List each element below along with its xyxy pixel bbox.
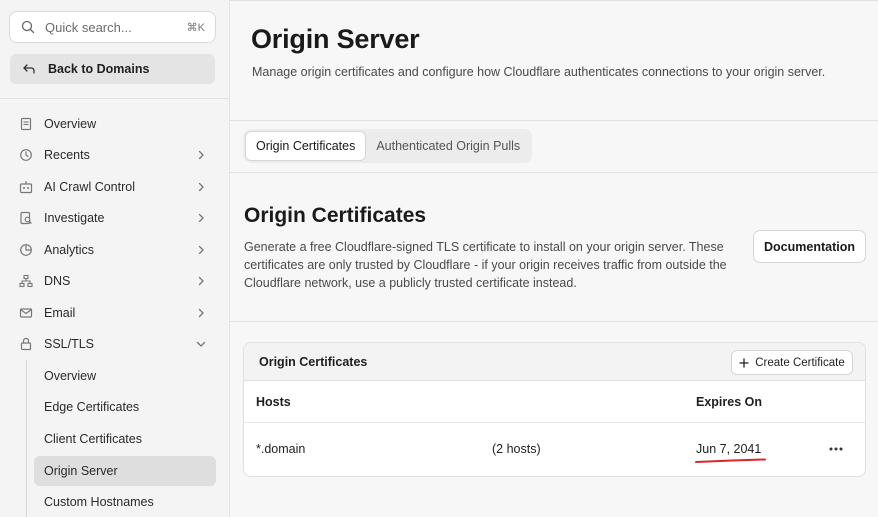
chevron-right-icon [198, 276, 204, 286]
section-description: Generate a free Cloudflare-signed TLS ce… [244, 240, 727, 290]
origin-certificates-card: Origin Certificates Create Certificate H… [243, 342, 866, 477]
analytics-icon [20, 244, 32, 256]
dns-icon [19, 274, 33, 288]
sidebar-item-label: Recents [44, 148, 90, 162]
sidebar-item-label: DNS [44, 274, 71, 288]
sidebar-item-label: Email [44, 306, 76, 320]
chevron-right-icon [198, 308, 204, 318]
documentation-button[interactable]: Documentation [753, 230, 866, 263]
sidebar-item-label: Investigate [44, 211, 105, 225]
sidebar-subitem-overview[interactable]: Overview [34, 361, 216, 391]
page-title: Origin Server [251, 24, 420, 54]
sidebar-item-label: SSL/TLS [44, 337, 95, 351]
plus-icon [739, 358, 749, 367]
chevron-right-icon [198, 245, 204, 255]
investigate-icon [20, 211, 32, 225]
back-to-domains-label: Back to Domains [48, 62, 150, 76]
sidebar-item-dns[interactable]: DNS [0, 266, 230, 296]
more-options-icon[interactable] [828, 446, 844, 452]
column-header-hosts: Hosts [256, 395, 291, 409]
section-title: Origin Certificates [244, 204, 427, 227]
search-shortcut: ⌘K [186, 21, 205, 34]
host-name: *.domain [256, 442, 306, 456]
sidebar: Quick search... ⌘K Back to Domains Overv… [0, 0, 230, 517]
lock-icon [20, 337, 32, 351]
sidebar-subitem-edge-certificates[interactable]: Edge Certificates [34, 392, 216, 422]
tabs-divider [230, 172, 878, 173]
column-header-expires-on: Expires On [696, 395, 762, 409]
expiry-date: Jun 7, 2041 [696, 442, 762, 456]
sidebar-item-recents[interactable]: Recents [0, 140, 230, 170]
chevron-right-icon [198, 213, 204, 223]
main-content: Origin Server Manage origin certificates… [230, 0, 878, 517]
sidebar-divider [0, 98, 230, 99]
card-header: Origin Certificates Create Certificate [244, 343, 865, 381]
email-icon [19, 308, 33, 318]
page-description: Manage origin certificates and configure… [252, 65, 826, 79]
tab-authenticated-origin-pulls[interactable]: Authenticated Origin Pulls [366, 131, 530, 161]
sidebar-subitem-label: Edge Certificates [44, 400, 140, 414]
chevron-down-icon [196, 341, 206, 347]
ai-crawl-icon [19, 181, 33, 194]
sidebar-item-label: AI Crawl Control [44, 180, 135, 194]
submenu-guide-line [26, 360, 27, 517]
tab-origin-certificates[interactable]: Origin Certificates [245, 131, 367, 161]
section-divider [230, 321, 878, 322]
search-icon [21, 20, 35, 34]
chevron-right-icon [198, 150, 204, 160]
sidebar-item-overview[interactable]: Overview [0, 109, 230, 139]
sidebar-item-investigate[interactable]: Investigate [0, 203, 230, 233]
create-certificate-label: Create Certificate [755, 356, 845, 369]
sidebar-subitem-client-certificates[interactable]: Client Certificates [34, 424, 216, 454]
sidebar-subitem-origin-server[interactable]: Origin Server [34, 456, 216, 486]
sidebar-item-label: Overview [44, 117, 97, 131]
chevron-right-icon [198, 182, 204, 192]
sidebar-subitem-label: Client Certificates [44, 432, 142, 446]
sidebar-subitem-label: Origin Server [44, 464, 118, 478]
sidebar-item-label: Analytics [44, 243, 95, 257]
tab-bar: Origin Certificates Authenticated Origin… [243, 129, 533, 163]
back-arrow-icon [23, 64, 35, 74]
header-divider [230, 120, 878, 121]
host-count: (2 hosts) [492, 442, 541, 456]
document-icon [20, 117, 32, 131]
sidebar-item-analytics[interactable]: Analytics [0, 235, 230, 265]
quick-search-input[interactable]: Quick search... ⌘K [9, 11, 216, 43]
card-title: Origin Certificates [259, 355, 368, 369]
search-placeholder: Quick search... [45, 19, 132, 35]
create-certificate-button[interactable]: Create Certificate [731, 350, 853, 375]
back-to-domains-button[interactable]: Back to Domains [10, 54, 215, 84]
table-header-divider [244, 422, 865, 423]
sidebar-item-ssl-tls[interactable]: SSL/TLS [0, 329, 230, 359]
sidebar-subitem-label: Overview [44, 369, 97, 383]
sidebar-subitem-custom-hostnames[interactable]: Custom Hostnames [34, 487, 216, 517]
sidebar-item-email[interactable]: Email [0, 298, 230, 328]
history-icon [20, 149, 32, 161]
top-divider [230, 0, 878, 1]
sidebar-item-ai-crawl-control[interactable]: AI Crawl Control [0, 172, 230, 202]
red-underline-annotation [695, 458, 766, 463]
sidebar-subitem-label: Custom Hostnames [44, 495, 154, 509]
